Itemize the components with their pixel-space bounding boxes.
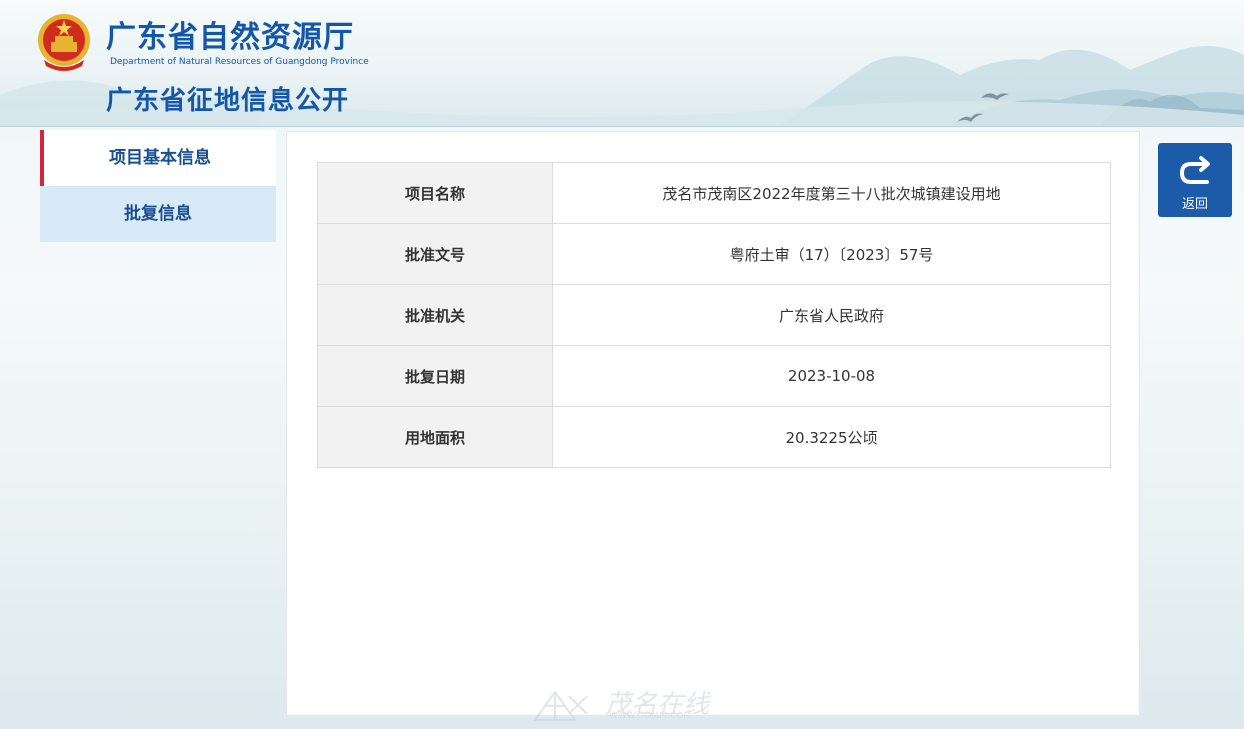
department-english-name: Department of Natural Resources of Guang… bbox=[110, 57, 369, 67]
watermark: 茂名在线 WWW.GDMM.COM bbox=[525, 684, 745, 726]
table-row: 批准文号 粤府土审（17）〔2023〕57号 bbox=[317, 223, 1111, 285]
table-row: 批准机关 广东省人民政府 bbox=[317, 284, 1111, 346]
row-label-approval-authority: 批准机关 bbox=[317, 284, 553, 346]
watermark-logo-icon bbox=[533, 690, 588, 721]
sidebar-item-basic-info[interactable]: 项目基本信息 bbox=[40, 130, 276, 186]
row-value-project-name: 茂名市茂南区2022年度第三十八批次城镇建设用地 bbox=[552, 162, 1111, 224]
row-value-approval-number: 粤府土审（17）〔2023〕57号 bbox=[552, 223, 1111, 285]
return-button-label: 返回 bbox=[1181, 197, 1208, 212]
table-row: 项目名称 茂名市茂南区2022年度第三十八批次城镇建设用地 bbox=[317, 162, 1111, 224]
site-header: 广东省自然资源厅 Department of Natural Resources… bbox=[0, 0, 1244, 127]
project-info-table: 项目名称 茂名市茂南区2022年度第三十八批次城镇建设用地 批准文号 粤府土审（… bbox=[317, 162, 1111, 468]
return-button[interactable]: 返回 bbox=[1158, 143, 1232, 217]
sidebar-item-label: 批复信息 bbox=[124, 204, 192, 224]
table-row: 用地面积 20.3225公顷 bbox=[317, 406, 1111, 468]
sidebar-item-label: 项目基本信息 bbox=[109, 148, 211, 168]
main-content-panel: 项目名称 茂名市茂南区2022年度第三十八批次城镇建设用地 批准文号 粤府土审（… bbox=[286, 131, 1140, 716]
table-row: 批复日期 2023-10-08 bbox=[317, 345, 1111, 407]
site-title: 广东省征地信息公开 bbox=[106, 86, 350, 116]
row-label-project-name: 项目名称 bbox=[317, 162, 553, 224]
row-value-approval-date: 2023-10-08 bbox=[552, 345, 1111, 407]
row-label-approval-number: 批准文号 bbox=[317, 223, 553, 285]
department-title: 广东省自然资源厅 bbox=[106, 20, 354, 55]
row-label-land-area: 用地面积 bbox=[317, 406, 553, 468]
sidebar-item-approval-info[interactable]: 批复信息 bbox=[40, 186, 276, 242]
sidebar-nav: 项目基本信息 批复信息 bbox=[40, 130, 276, 242]
birds-decoration bbox=[957, 93, 1009, 122]
return-arrow-icon bbox=[1179, 156, 1210, 184]
row-label-approval-date: 批复日期 bbox=[317, 345, 553, 407]
row-value-land-area: 20.3225公顷 bbox=[552, 406, 1111, 468]
row-value-approval-authority: 广东省人民政府 bbox=[552, 284, 1111, 346]
watermark-url: WWW.GDMM.COM bbox=[609, 711, 691, 721]
national-emblem-icon bbox=[38, 14, 90, 71]
